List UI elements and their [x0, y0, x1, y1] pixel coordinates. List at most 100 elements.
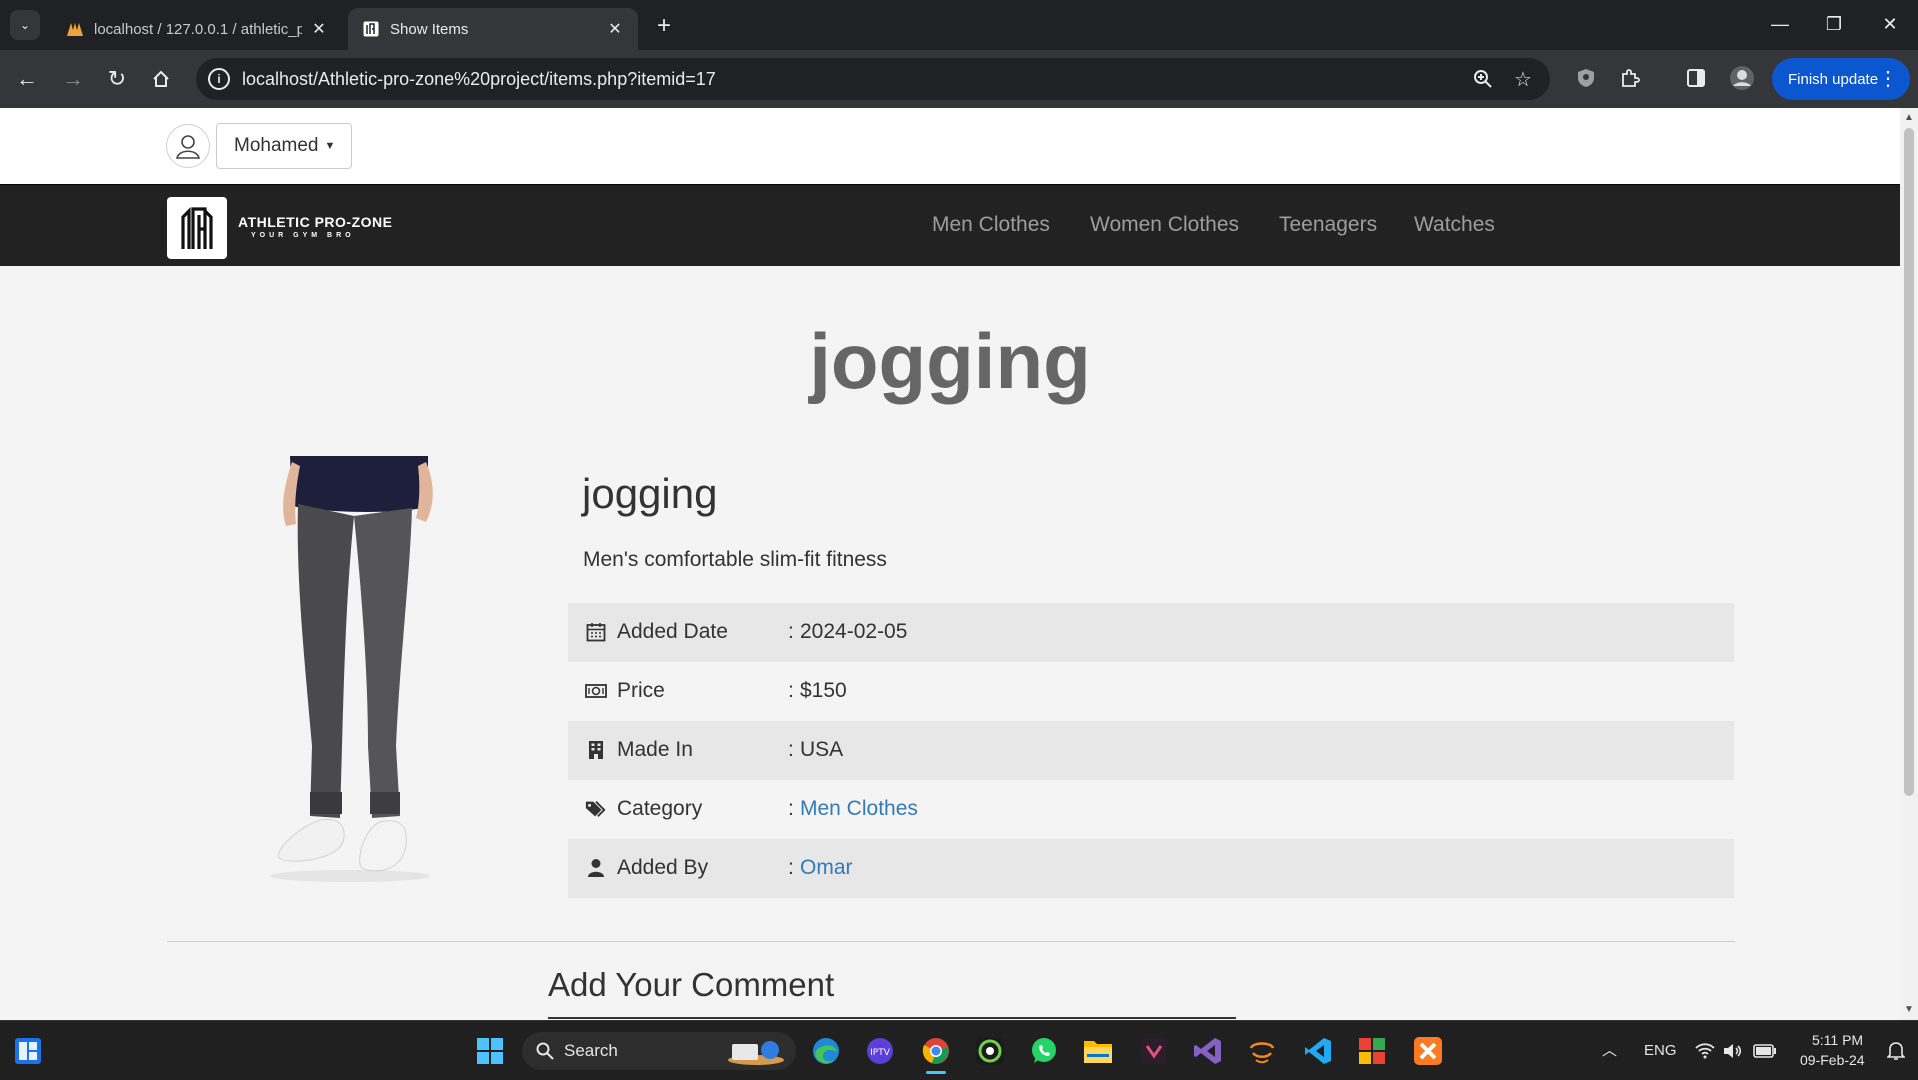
media-app-icon[interactable] [1138, 1035, 1170, 1067]
phpmyadmin-icon [66, 20, 84, 38]
address-bar[interactable]: i localhost/Athletic-pro-zone%20project/… [196, 58, 1550, 100]
close-icon[interactable]: ✕ [310, 20, 328, 38]
os-taskbar: Search IPTV ︿ ENG 5:11 PM 09-Feb-24 [0, 1020, 1918, 1080]
user-name: Mohamed [234, 135, 319, 156]
windows-start-icon[interactable] [474, 1035, 506, 1067]
xampp-icon[interactable] [1412, 1035, 1444, 1067]
eclipse-ide-icon[interactable] [1246, 1035, 1278, 1067]
search-icon [536, 1042, 554, 1060]
tab-title: localhost / 127.0.0.1 / athletic_p [94, 20, 302, 38]
nav-link-men-clothes[interactable]: Men Clothes [932, 213, 1050, 237]
zoom-icon[interactable] [1470, 66, 1496, 92]
forward-button[interactable]: → [58, 64, 88, 94]
clock-time[interactable]: 5:11 PM [1812, 1032, 1863, 1048]
restore-button[interactable]: ❐ [1814, 8, 1854, 40]
detail-row-added-date: Added Date : 2024-02-05 [568, 603, 1734, 662]
detail-row-price: Price : $150 [568, 662, 1734, 721]
brand-tagline: YOUR GYM BRO [251, 232, 355, 239]
vscode-icon[interactable] [1302, 1035, 1334, 1067]
brand-name[interactable]: ATHLETIC PRO-ZONE [238, 214, 392, 230]
svg-text:IPTV: IPTV [870, 1048, 891, 1058]
notifications-bell-icon[interactable] [1884, 1035, 1908, 1067]
whatsapp-icon[interactable] [1028, 1035, 1060, 1067]
minimize-button[interactable]: — [1760, 8, 1800, 40]
reload-button[interactable]: ↻ [102, 64, 132, 94]
close-icon[interactable]: ✕ [606, 20, 624, 38]
search-highlight-icon [728, 1041, 784, 1065]
volume-icon[interactable] [1722, 1035, 1744, 1067]
tray-overflow-chevron-icon[interactable]: ︿ [1602, 1039, 1617, 1060]
clock-date[interactable]: 09-Feb-24 [1800, 1052, 1865, 1068]
widgets-icon[interactable] [12, 1035, 44, 1067]
back-button[interactable]: ← [12, 64, 42, 94]
home-button[interactable] [146, 64, 176, 94]
taskbar-search-box[interactable]: Search [522, 1032, 796, 1070]
more-menu-icon[interactable]: ⋮ [1878, 66, 1898, 91]
wifi-icon[interactable] [1694, 1035, 1716, 1067]
window-close-button[interactable]: ✕ [1870, 8, 1910, 40]
comment-heading-underline [548, 1017, 1236, 1019]
scroll-up-arrow-icon[interactable]: ▲ [1903, 112, 1915, 123]
detail-value: 2024-02-05 [800, 620, 908, 643]
chrome-icon[interactable] [920, 1035, 952, 1074]
nav-link-women-clothes[interactable]: Women Clothes [1090, 213, 1239, 237]
detail-row-added-by: Added By : Omar [568, 839, 1734, 898]
taskbar-search-label: Search [564, 1041, 618, 1060]
detail-label: Made In [617, 738, 693, 761]
site-info-icon[interactable]: i [208, 68, 230, 90]
detail-value: USA [800, 738, 844, 761]
calendar-icon [585, 621, 607, 643]
detail-label: Category [617, 797, 703, 820]
obs-studio-icon[interactable] [974, 1035, 1006, 1067]
bookmark-star-icon[interactable]: ☆ [1510, 66, 1536, 92]
browser-tab-strip: ⌄ localhost / 127.0.0.1 / athletic_p ✕ S… [0, 0, 1918, 50]
finish-update-button[interactable]: Finish update ⋮ [1772, 58, 1910, 100]
visual-studio-icon[interactable] [1192, 1035, 1224, 1067]
finish-update-label: Finish update [1788, 70, 1879, 88]
brand-logo[interactable] [167, 197, 227, 259]
page-scrollbar[interactable]: ▲ ▼ [1900, 108, 1918, 1020]
scroll-down-arrow-icon[interactable]: ▼ [1903, 1004, 1915, 1015]
added-by-link[interactable]: Omar [800, 856, 853, 880]
iptv-app-icon[interactable]: IPTV [864, 1035, 896, 1067]
page-viewport: Mohamed ▼ ATHLETIC PRO-ZONE YOUR GYM BRO… [0, 108, 1900, 1020]
user-icon [585, 857, 607, 879]
comment-section-title: Add Your Comment [548, 966, 835, 1003]
profile-avatar-icon[interactable] [1728, 64, 1756, 92]
detail-value: $150 [800, 679, 847, 702]
detail-row-made-in: Made In : USA [568, 721, 1734, 780]
file-explorer-icon[interactable] [1082, 1035, 1114, 1067]
shield-extension-icon[interactable] [1572, 64, 1600, 92]
detail-label: Price [617, 679, 665, 702]
new-tab-button[interactable]: + [650, 12, 678, 40]
browser-tab-phpmyadmin[interactable]: localhost / 127.0.0.1 / athletic_p ✕ [52, 8, 342, 50]
upper-bar: Mohamed ▼ [0, 108, 1900, 184]
product-image [270, 456, 433, 882]
tab-search-button[interactable]: ⌄ [10, 10, 40, 40]
extensions-puzzle-icon[interactable] [1616, 64, 1644, 92]
battery-icon[interactable] [1752, 1035, 1778, 1067]
building-icon [585, 739, 607, 761]
caret-down-icon: ▼ [324, 140, 336, 152]
page-title: jogging [809, 317, 1091, 405]
item-description: Men's comfortable slim-fit fitness [583, 548, 887, 571]
nav-link-watches[interactable]: Watches [1414, 213, 1495, 237]
tags-icon [585, 798, 607, 820]
user-avatar [166, 124, 210, 168]
url-text[interactable]: localhost/Athletic-pro-zone%20project/it… [242, 69, 716, 90]
colorful-app-icon[interactable] [1356, 1035, 1388, 1067]
edge-browser-icon[interactable] [810, 1035, 842, 1067]
scroll-thumb[interactable] [1904, 128, 1914, 796]
detail-label: Added Date [617, 620, 728, 643]
browser-tab-show-items[interactable]: Show Items ✕ [348, 8, 638, 50]
nav-link-teenagers[interactable]: Teenagers [1279, 213, 1377, 237]
detail-label: Added By [617, 856, 709, 879]
language-indicator[interactable]: ENG [1644, 1042, 1677, 1059]
tab-title: Show Items [390, 20, 469, 38]
side-panel-icon[interactable] [1682, 64, 1710, 92]
section-divider [167, 941, 1735, 942]
site-favicon-icon [362, 20, 380, 38]
category-link[interactable]: Men Clothes [800, 797, 918, 821]
main-navbar: ATHLETIC PRO-ZONE YOUR GYM BRO Men Cloth… [0, 184, 1900, 266]
user-dropdown[interactable]: Mohamed ▼ [216, 123, 352, 169]
